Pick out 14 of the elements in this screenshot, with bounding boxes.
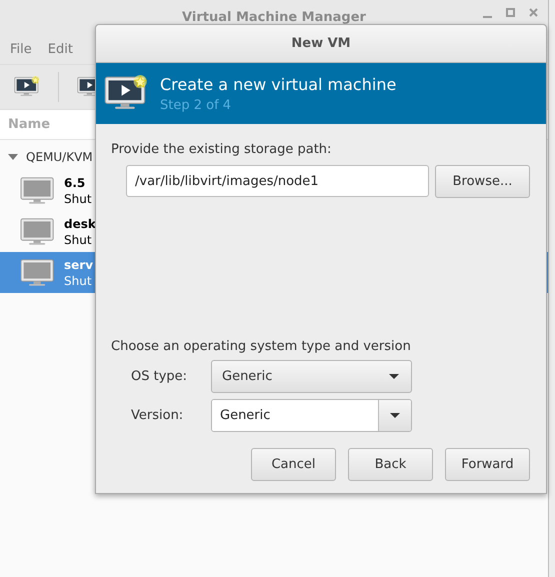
os-label: Choose an operating system type and version [111,339,412,354]
storage-label: Provide the existing storage path: [111,142,332,157]
field-label: Version: [131,408,184,423]
dialog-title: New VM [291,36,351,51]
banner-heading: Create a new virtual machine [160,74,396,94]
vm-status: Shut [64,272,93,288]
step-label: Step 2 of 4 [160,98,232,112]
field-label: OS type: [131,369,188,384]
vm-status: Shut [64,190,92,206]
vm-name: serv [64,256,94,272]
vm-name: desk [64,216,96,232]
vm-name: 6.5 [64,174,86,190]
vm-status: Shut [64,232,93,248]
window-title: Virtual Machine Manager [182,10,366,24]
